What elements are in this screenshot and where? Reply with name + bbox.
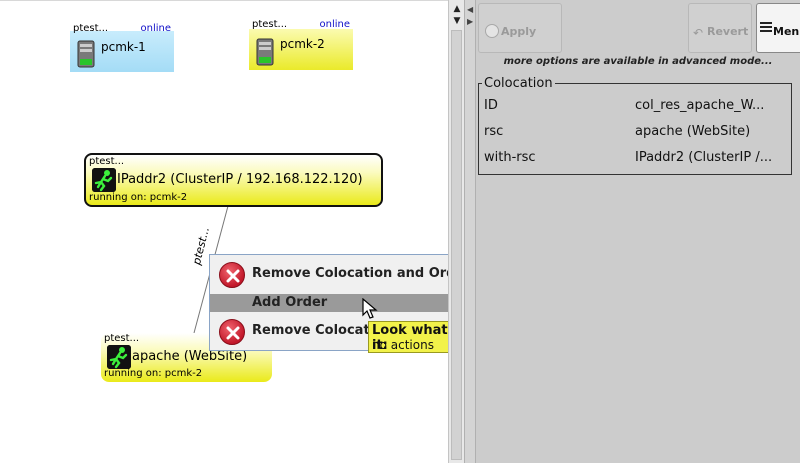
resource-small-label: ptest... [104, 333, 140, 344]
advanced-mode-note: more options are available in advanced m… [503, 56, 773, 67]
apply-label: Apply [501, 25, 537, 38]
running-man-icon [107, 345, 131, 369]
scroll-thumb[interactable] [451, 30, 462, 460]
mouse-cursor-icon [362, 298, 378, 319]
host-status: online [140, 23, 171, 34]
apply-icon [485, 24, 499, 38]
revert-label: Revert [707, 25, 749, 38]
menu-label: Men [773, 25, 800, 38]
cluster-graph[interactable]: ptest... ptest... online pcmk-1 ptest...… [0, 0, 448, 463]
menu-item-label: Remove Colocati [252, 323, 375, 338]
collapse-left-arrow-icon[interactable]: ◀ [467, 6, 475, 14]
menu-item-remove-colocation-and-order[interactable]: Remove Colocation and Order [210, 258, 477, 290]
colocation-edge [193, 205, 229, 334]
properties-panel [476, 0, 800, 463]
menu-button[interactable]: Men [756, 3, 800, 53]
menu-item-add-order[interactable]: Add Order [210, 294, 477, 312]
host-small-label: ptest... [252, 19, 288, 30]
running-man-icon [92, 168, 116, 192]
host-pcmk-1[interactable]: ptest... online pcmk-1 [70, 23, 174, 72]
host-name: pcmk-2 [280, 37, 325, 51]
server-icon [77, 40, 95, 68]
host-name: pcmk-1 [101, 40, 146, 54]
resource-name: apache (WebSite) [132, 349, 248, 364]
revert-icon: ↶ [693, 26, 704, 40]
colocation-group: ID col_res_apache_W... rsc apache (WebSi… [478, 83, 792, 175]
row-key-rsc: rsc [484, 124, 504, 139]
revert-button[interactable]: ↶ Revert [688, 3, 752, 53]
host-pcmk-2[interactable]: ptest... online pcmk-2 [249, 19, 353, 70]
remove-icon [219, 319, 245, 345]
tooltip-body: no actions [372, 338, 434, 352]
resource-running-on: running on: pcmk-2 [89, 192, 188, 203]
menu-item-label: Remove Colocation and Order [252, 266, 471, 281]
remove-icon [219, 262, 245, 288]
row-key-with-rsc: with-rsc [484, 150, 536, 165]
collapse-right-arrow-icon[interactable]: ▶ [467, 18, 475, 26]
colocation-group-title: Colocation [482, 76, 555, 91]
resource-small-label: ptest... [89, 156, 125, 167]
row-value-rsc[interactable]: apache (WebSite) [635, 124, 750, 139]
resource-running-on: running on: pcmk-2 [104, 368, 203, 379]
menu-item-label: Add Order [252, 295, 328, 310]
scroll-down-arrow-icon[interactable]: ▼ [449, 16, 465, 30]
row-value-id[interactable]: col_res_apache_W... [635, 98, 764, 113]
resource-ipaddr2[interactable]: ptest... IPaddr2 (ClusterIP / 192.168.12… [84, 153, 383, 207]
apply-button[interactable]: Apply [478, 3, 562, 53]
hamburger-icon [760, 22, 772, 24]
resource-name: IPaddr2 (ClusterIP / 192.168.122.120) [117, 172, 363, 187]
row-value-with-rsc[interactable]: IPaddr2 (ClusterIP /... [635, 150, 772, 165]
panel-splitter[interactable]: ◀ ▶ [464, 0, 476, 463]
graph-vertical-scrollbar[interactable]: ▲ ▼ [448, 0, 464, 463]
host-small-label: ptest... [73, 23, 109, 34]
server-icon [256, 38, 274, 66]
host-status: online [319, 19, 350, 30]
row-key-id: ID [484, 98, 498, 113]
